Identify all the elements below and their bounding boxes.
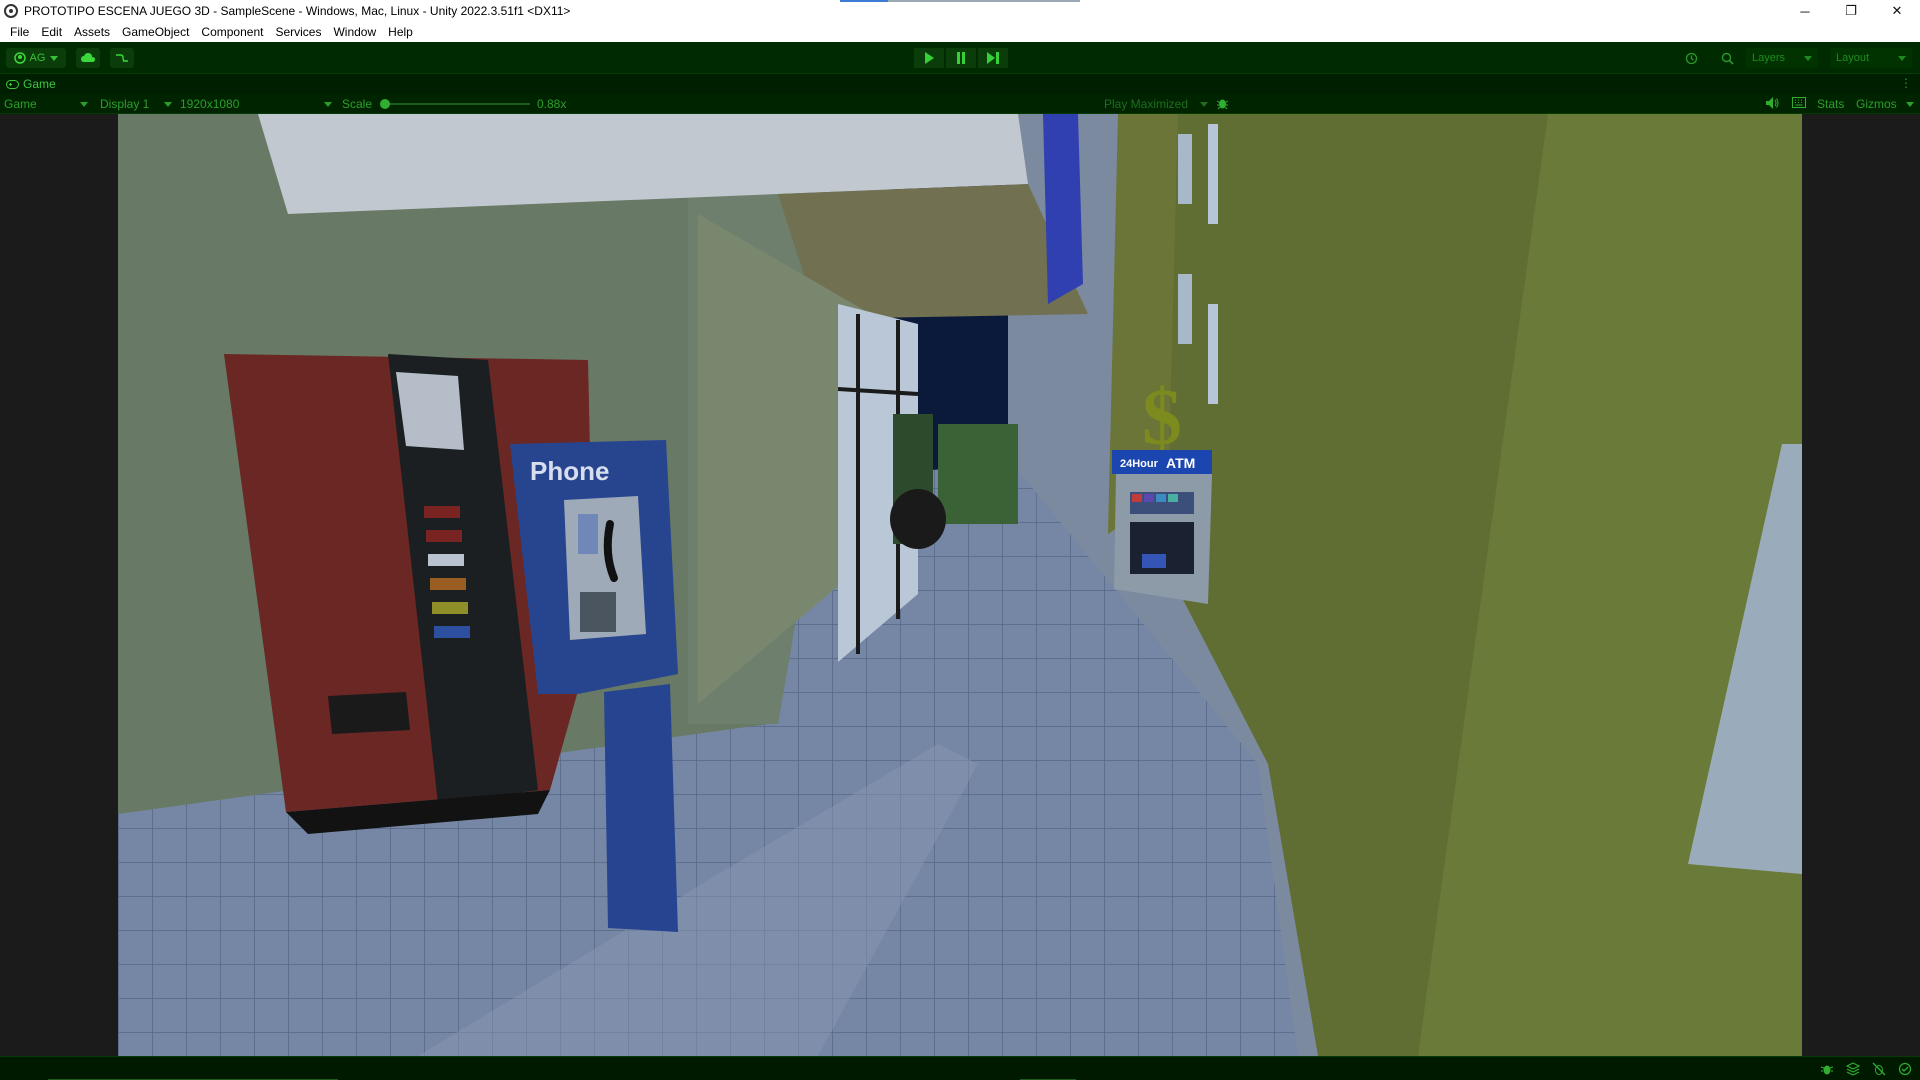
layers-label: Layers [1752,52,1786,64]
step-button[interactable] [978,48,1008,68]
close-button[interactable]: ✕ [1874,0,1920,22]
keyboard-icon [1792,97,1806,108]
gizmos-dropdown[interactable]: Gizmos [1856,97,1914,111]
unity-logo-icon [4,4,18,18]
trash-bags [890,489,946,549]
game-tab-row: Game ⋮ [0,74,1920,94]
mute-audio-toggle[interactable] [1766,97,1779,109]
collab-icon [116,54,128,62]
layers-dropdown-arrow-icon [1804,55,1812,61]
menu-services[interactable]: Services [269,25,327,39]
minimize-button[interactable]: ─ [1782,0,1828,22]
window-title-bar: PROTOTIPO ESCENA JUEGO 3D - SampleScene … [0,0,1920,22]
resolution-dropdown[interactable]: 1920x1080 [180,97,332,111]
play-icon [925,52,934,64]
tab-game[interactable]: Game [6,77,56,91]
display-arrow-icon [164,101,172,107]
cloud-icon [81,53,95,62]
game-view-toolbar: Game Display 1 1920x1080 Scale 0.88x Pla… [0,94,1920,114]
resolution-label: 1920x1080 [180,97,240,111]
tab-menu-kebab-icon[interactable]: ⋮ [1900,76,1912,90]
account-dropdown[interactable]: AG [6,48,66,68]
dollar-sign: $ [1142,374,1182,462]
far-window-2 [1178,274,1192,344]
pause-icon [957,52,965,64]
menu-help[interactable]: Help [382,25,419,39]
layout-dropdown[interactable]: Layout [1830,48,1912,68]
layout-dropdown-arrow-icon [1898,55,1906,61]
gamepad-icon [6,79,19,89]
search-button[interactable] [1716,48,1738,68]
resolution-arrow-icon [324,101,332,107]
layout-label: Layout [1836,52,1870,64]
pause-button[interactable] [946,48,976,68]
game-scene-render: 24Hour ATM $ Phone [118,114,1802,1056]
debug-bug-icon[interactable] [1820,1062,1834,1076]
search-icon [1721,52,1734,65]
game-viewport[interactable]: 24Hour ATM $ Phone [118,114,1802,1056]
gizmos-arrow-icon [1906,101,1914,107]
display-label: Display 1 [100,97,150,111]
menu-window[interactable]: Window [327,25,382,39]
atm-card-slot [1142,554,1166,568]
play-maximized-dropdown[interactable]: Play Maximized [1104,97,1208,111]
history-button[interactable] [1680,48,1702,68]
vending-machine-window [396,372,464,450]
bug-toggle[interactable] [1216,97,1229,110]
play-maximized-arrow-icon [1200,101,1208,107]
display-dropdown[interactable]: Display 1 [100,97,172,111]
menu-edit[interactable]: Edit [35,25,68,39]
tab-game-label: Game [23,77,56,91]
title-progress-strip [840,0,1080,2]
alley-dumpster [938,424,1018,524]
network-icon[interactable] [1872,1062,1886,1076]
menu-file[interactable]: File [4,25,35,39]
keyboard-shortcuts-toggle[interactable] [1792,97,1806,108]
stack-icon[interactable] [1846,1062,1860,1076]
scale-slider-track[interactable] [385,103,530,105]
scale-label: Scale [342,97,373,111]
bug-icon [1216,99,1229,110]
menu-assets[interactable]: Assets [68,25,116,39]
cloud-button[interactable] [76,48,100,68]
far-window-4 [1208,304,1218,404]
play-maximized-label: Play Maximized [1104,97,1189,111]
view-mode-label: Game [4,97,37,111]
phone-booth-post [604,684,678,932]
view-mode-dropdown[interactable]: Game [4,97,88,111]
status-bar [0,1056,1920,1080]
menu-gameobject[interactable]: GameObject [116,25,195,39]
play-button[interactable] [914,48,944,68]
far-window-1 [1178,134,1192,204]
phone-sign-text: Phone [530,456,609,486]
vending-machine-tray [328,692,410,734]
scale-slider-knob[interactable] [380,99,390,109]
restore-button[interactable]: ❐ [1828,0,1874,22]
account-dropdown-arrow-icon [50,55,59,61]
speaker-icon [1766,97,1779,109]
menu-bar: File Edit Assets GameObject Component Se… [0,22,1920,42]
account-icon [13,52,26,64]
scale-value: 0.88x [537,97,567,111]
payphone-keypad [578,514,598,554]
payphone-coin-box [580,592,616,632]
stats-button[interactable]: Stats [1817,97,1844,111]
view-mode-arrow-icon [80,101,88,107]
account-label: AG [29,52,46,64]
notification-check-icon[interactable] [1898,1062,1912,1076]
history-icon [1685,52,1697,64]
step-icon [987,52,999,64]
menu-component[interactable]: Component [195,25,269,39]
gizmos-label: Gizmos [1856,97,1897,111]
collab-button[interactable] [110,48,134,68]
blue-sign [1043,114,1083,304]
far-window-3 [1208,124,1218,224]
main-toolbar: AG Layers Layout [0,42,1920,74]
layers-dropdown[interactable]: Layers [1746,48,1818,68]
window-title: PROTOTIPO ESCENA JUEGO 3D - SampleScene … [24,4,571,18]
